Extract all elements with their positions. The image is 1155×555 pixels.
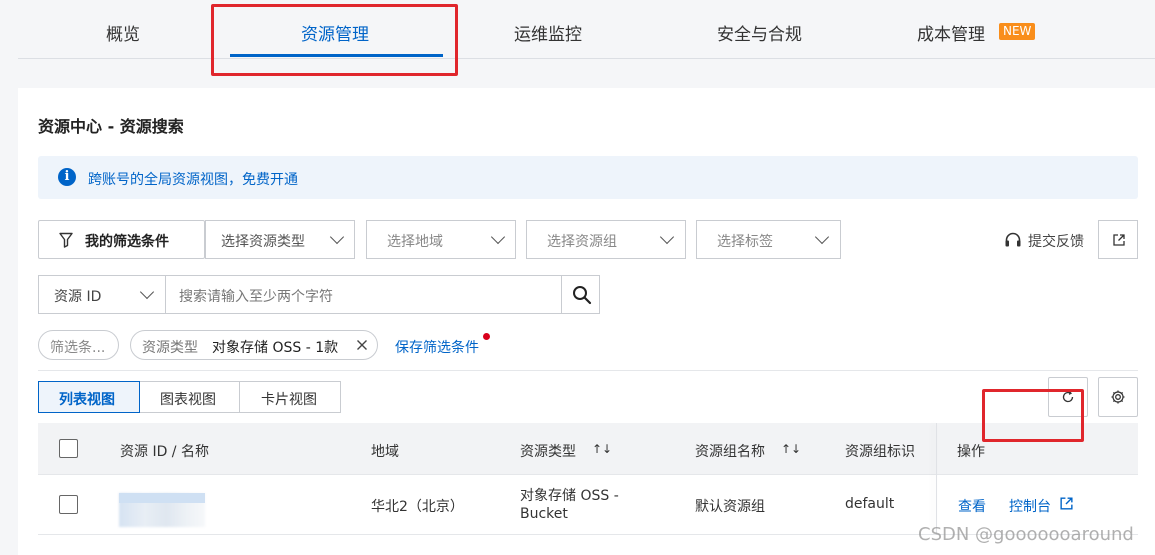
chevron-down-icon	[814, 229, 830, 245]
my-filters-button[interactable]: 我的筛选条件	[38, 220, 205, 259]
top-nav: 概览 资源管理 运维监控 安全与合规 成本管理 NEW	[0, 0, 1155, 60]
card-view-button[interactable]: 卡片视图	[239, 381, 341, 413]
col-actions: 操作	[957, 444, 985, 460]
search-bar: 资源 ID 搜索请输入至少两个字符	[38, 275, 600, 314]
save-filter-link[interactable]: 保存筛选条件	[395, 337, 479, 357]
info-icon: i	[58, 168, 76, 186]
active-filter-chip: 资源类型 对象存储 OSS - 1款	[130, 330, 378, 360]
cell-type-line2: Bucket	[520, 506, 568, 522]
open-external-button[interactable]	[1098, 220, 1138, 259]
search-icon	[573, 286, 592, 305]
chart-view-button[interactable]: 图表视图	[139, 381, 240, 413]
redacted-resource-id-top	[119, 493, 205, 503]
select-all-checkbox[interactable]	[59, 439, 78, 458]
col-group-id: 资源组标识	[845, 444, 915, 460]
gear-icon	[1111, 390, 1125, 404]
chevron-down-icon	[139, 284, 155, 300]
list-view-button[interactable]: 列表视图	[38, 381, 140, 413]
table-header: 资源 ID / 名称 地域 资源类型 ↑↓ 资源组名称 ↑↓ 资源组标识 操作	[38, 423, 1138, 475]
resource-group-select[interactable]: 选择资源组	[526, 220, 686, 259]
external-link-icon	[1113, 234, 1125, 246]
sort-icon[interactable]: ↑↓	[781, 442, 801, 456]
search-input[interactable]: 搜索请输入至少两个字符	[179, 286, 333, 306]
col-group-name: 资源组名称	[695, 444, 765, 460]
resource-type-select[interactable]: 选择资源类型	[205, 220, 355, 259]
cell-type-line1: 对象存储 OSS -	[520, 488, 619, 504]
cell-group-name: 默认资源组	[695, 499, 765, 515]
tag-select[interactable]: 选择标签	[696, 220, 841, 259]
highlight-box-console	[982, 389, 1084, 442]
search-field-select[interactable]: 资源 ID	[39, 276, 166, 313]
col-region: 地域	[371, 444, 399, 460]
page-title: 资源中心 - 资源搜索	[38, 117, 184, 136]
col-resource-type: 资源类型	[520, 444, 576, 460]
row-checkbox[interactable]	[59, 495, 78, 514]
sort-icon[interactable]: ↑↓	[592, 442, 612, 456]
cell-group-id: default	[845, 496, 895, 512]
chevron-down-icon	[659, 229, 675, 245]
new-badge: NEW	[999, 23, 1036, 40]
sticky-column-divider	[936, 423, 937, 535]
close-icon[interactable]	[356, 339, 368, 351]
watermark: CSDN @gooooooaround	[918, 524, 1134, 545]
notification-dot	[483, 333, 490, 340]
nav-divider	[18, 58, 1155, 59]
external-link-icon	[1060, 497, 1073, 510]
cell-region: 华北2（北京）	[371, 499, 464, 515]
col-resource-id: 资源 ID / 名称	[120, 444, 209, 460]
chevron-down-icon	[329, 229, 345, 245]
settings-button[interactable]	[1098, 377, 1138, 417]
chevron-down-icon	[490, 229, 506, 245]
region-select[interactable]: 选择地域	[366, 220, 516, 259]
console-link[interactable]: 控制台	[1009, 496, 1051, 516]
headset-icon	[1005, 232, 1021, 247]
section-divider	[38, 370, 1138, 371]
resource-search-card: 资源中心 - 资源搜索 i 跨账号的全局资源视图，免费开通 我的筛选条件 选择资…	[18, 88, 1155, 555]
filter-chip[interactable]: 筛选条...	[38, 330, 119, 360]
view-link[interactable]: 查看	[958, 496, 986, 516]
funnel-icon	[59, 232, 73, 248]
notice-banner: i 跨账号的全局资源视图，免费开通	[38, 156, 1138, 199]
notice-link[interactable]: 跨账号的全局资源视图，免费开通	[88, 169, 298, 189]
highlight-box-tab	[211, 4, 458, 76]
search-button[interactable]	[561, 276, 601, 313]
